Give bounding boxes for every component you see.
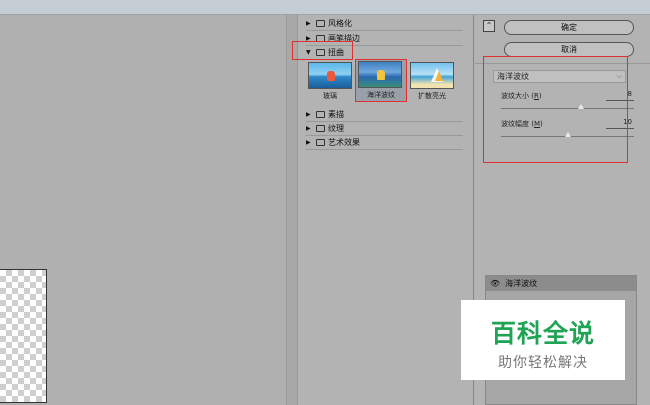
divider xyxy=(306,121,463,122)
folder-artistic[interactable]: ▶ 艺术效果 xyxy=(306,137,360,148)
watermark-main-text: 百科全说 xyxy=(490,319,595,348)
annotation-highlight-settings xyxy=(483,56,628,163)
expand-arrow-icon: ▶ xyxy=(306,20,311,27)
cancel-button[interactable]: 取消 xyxy=(504,42,634,57)
folder-stylize[interactable]: ▶ 风格化 xyxy=(306,18,352,29)
thumb-label: 海洋波纹 xyxy=(367,91,395,99)
effect-layer-ocean-ripple[interactable]: 👁 海洋波纹 xyxy=(486,276,636,291)
ocean-ripple-thumbnail-image xyxy=(358,61,402,88)
thumb-label: 玻璃 xyxy=(323,92,337,100)
thumb-diffuse-glow[interactable]: 扩散亮光 xyxy=(410,62,454,101)
eye-icon[interactable]: 👁 xyxy=(490,279,500,288)
folder-icon xyxy=(316,139,325,146)
thumb-label: 扩散亮光 xyxy=(418,92,446,100)
folder-label: 素描 xyxy=(328,110,344,119)
divider xyxy=(306,149,463,150)
expand-arrow-icon: ▶ xyxy=(306,111,311,118)
folder-label: 风格化 xyxy=(328,19,352,28)
watermark-logo: 百科全说 助你轻松解决 xyxy=(461,300,625,380)
folder-icon xyxy=(316,20,325,27)
glass-thumbnail-image xyxy=(308,62,352,89)
folder-icon xyxy=(316,125,325,132)
annotation-highlight-distort xyxy=(292,41,353,60)
folder-icon xyxy=(316,111,325,118)
folder-sketch[interactable]: ▶ 素描 xyxy=(306,109,344,120)
collapse-up-icon[interactable]: ⌃ xyxy=(483,20,495,32)
preview-scrollbar[interactable] xyxy=(286,15,298,405)
folder-label: 纹理 xyxy=(328,124,344,133)
thumb-ocean-ripple[interactable]: 海洋波纹 xyxy=(355,59,407,102)
expand-arrow-icon: ▶ xyxy=(306,125,311,132)
diffuse-glow-thumbnail-image xyxy=(410,62,454,89)
filter-gallery-panel: ▶ 风格化 ▶ 画笔描边 ▼ 扭曲 玻璃 海洋波纹 扩散亮光 ▶ 素描 ▶ 纹理… xyxy=(298,15,474,405)
folder-texture[interactable]: ▶ 纹理 xyxy=(306,123,344,134)
thumb-glass[interactable]: 玻璃 xyxy=(308,62,352,101)
divider xyxy=(306,30,463,31)
ok-button[interactable]: 确定 xyxy=(504,20,634,35)
filter-thumbnails: 玻璃 海洋波纹 扩散亮光 xyxy=(308,59,454,102)
window-title-bar xyxy=(0,0,650,15)
watermark-sub-text: 助你轻松解决 xyxy=(498,355,588,371)
divider xyxy=(306,135,463,136)
effect-layer-label: 海洋波纹 xyxy=(505,279,538,288)
folder-label: 艺术效果 xyxy=(328,138,360,147)
expand-arrow-icon: ▶ xyxy=(306,139,311,146)
transparent-canvas-preview xyxy=(0,269,47,403)
